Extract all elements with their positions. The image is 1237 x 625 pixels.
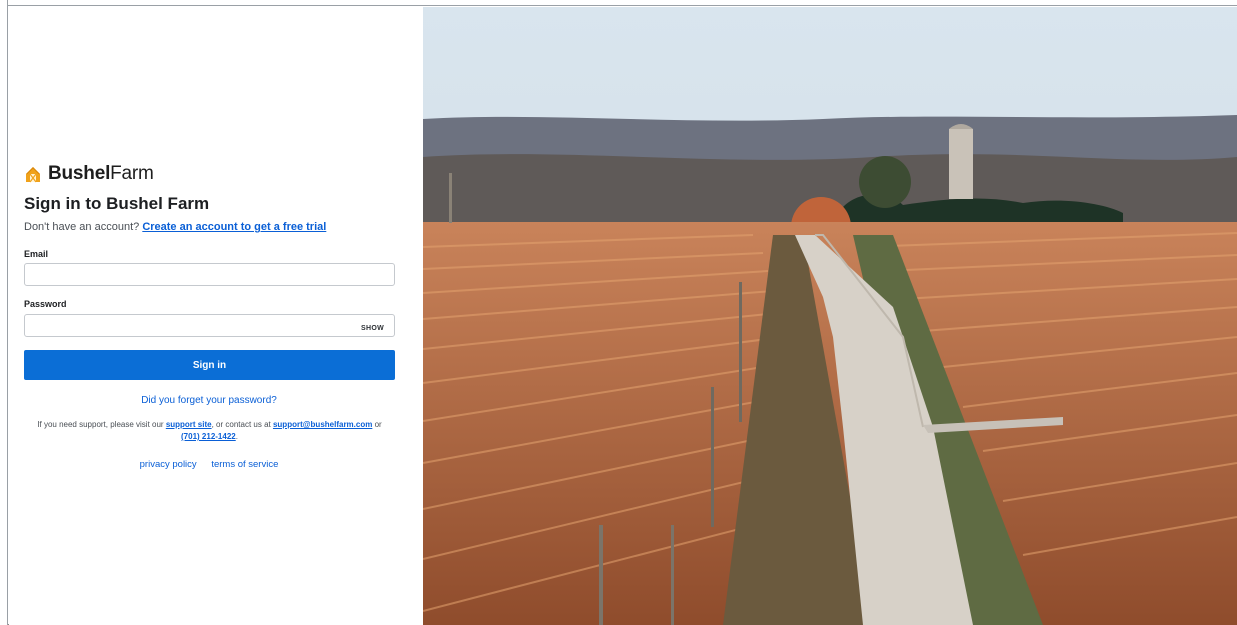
show-password-button[interactable]: SHOW (361, 325, 384, 332)
signin-panel: BushelFarm Sign in to Bushel Farm Don't … (9, 7, 423, 625)
support-text: If you need support, please visit our su… (37, 420, 382, 441)
email-field[interactable] (24, 263, 395, 286)
support-site-link[interactable]: support site (166, 420, 212, 429)
password-field[interactable] (24, 314, 395, 337)
signup-prompt-text: Don't have an account? (24, 221, 140, 233)
brand-logo[interactable]: BushelFarm (24, 163, 154, 185)
support-email-link[interactable]: support@bushelfarm.com (273, 420, 372, 429)
legal-links: privacy policy terms of service (9, 459, 409, 470)
support-phone-link[interactable]: (701) 212-1422 (181, 432, 236, 441)
forgot-password-link[interactable]: Did you forget your password? (9, 395, 409, 406)
bushel-barn-icon (26, 167, 40, 183)
hero-landscape-image (423, 7, 1237, 625)
brand-wordmark: BushelFarm (48, 163, 154, 184)
top-rule (0, 0, 1237, 6)
sign-in-button[interactable]: Sign in (24, 350, 395, 380)
privacy-policy-link[interactable]: privacy policy (140, 459, 197, 470)
signup-prompt: Don't have an account? Create an account… (24, 221, 326, 233)
password-label: Password (24, 299, 67, 309)
left-edge (0, 0, 8, 625)
terms-of-service-link[interactable]: terms of service (211, 459, 278, 470)
email-label: Email (24, 249, 49, 259)
create-account-link[interactable]: Create an account to get a free trial (142, 221, 326, 233)
page-title: Sign in to Bushel Farm (24, 194, 210, 213)
